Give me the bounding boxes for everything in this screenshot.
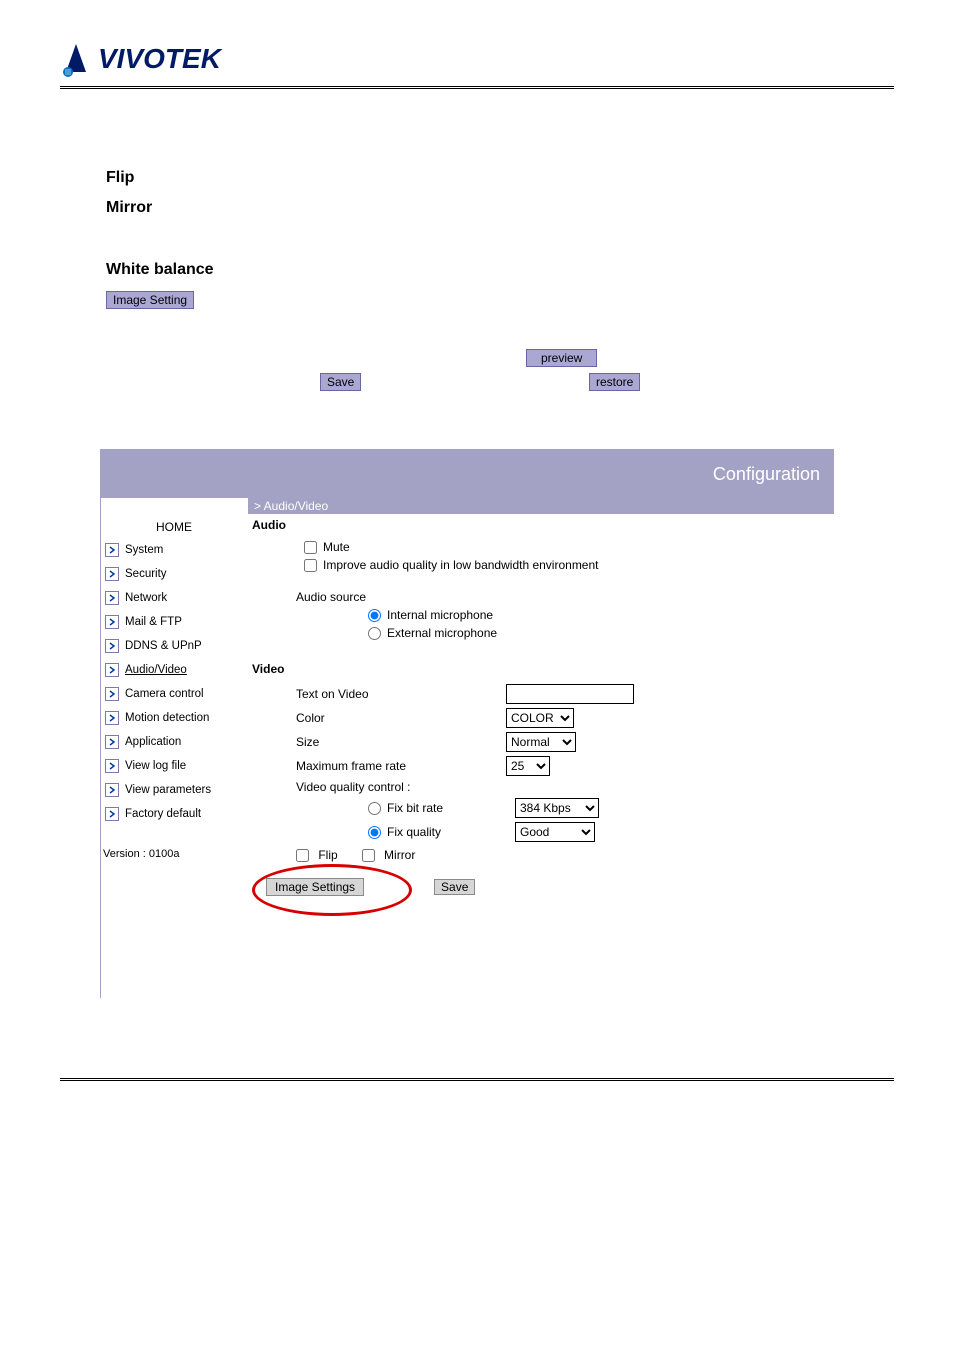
logo: VIVOTEK [60, 40, 894, 78]
brand-text: VIVOTEK [98, 43, 221, 75]
sidebar-home[interactable]: HOME [101, 506, 247, 538]
arrow-right-icon [105, 663, 119, 677]
internal-mic-radio[interactable] [368, 609, 381, 622]
fix-quality-label: Fix quality [387, 825, 465, 839]
sidebar-item-view-parameters[interactable]: View parameters [101, 778, 247, 802]
improve-audio-label: Improve audio quality in low bandwidth e… [323, 558, 599, 572]
breadcrumb: > Audio/Video [248, 498, 834, 514]
image-setting-button[interactable]: Image Setting [106, 291, 194, 309]
arrow-right-icon [105, 543, 119, 557]
divider-bottom [60, 1078, 894, 1081]
content-area: > Audio/Video Audio Mute Improve audio q… [248, 498, 834, 998]
improve-audio-checkbox[interactable] [304, 559, 317, 572]
quality-select[interactable]: Good [515, 822, 595, 842]
sidebar-item-label: Mail & FTP [125, 612, 182, 632]
internal-mic-label: Internal microphone [387, 608, 493, 622]
sidebar-item-network[interactable]: Network [101, 586, 247, 610]
heading-flip: Flip [106, 169, 894, 187]
video-section-title: Video [248, 658, 834, 682]
sidebar-item-label: Audio/Video [125, 660, 187, 680]
audio-source-label: Audio source [296, 590, 366, 604]
heading-white-balance: White balance [106, 261, 894, 279]
sidebar-item-label: Camera control [125, 684, 204, 704]
sidebar-item-factory-default[interactable]: Factory default [101, 802, 247, 826]
sidebar-item-label: DDNS & UPnP [125, 636, 202, 656]
save-button[interactable]: Save [434, 879, 475, 895]
arrow-right-icon [105, 567, 119, 581]
sidebar-item-view-log-file[interactable]: View log file [101, 754, 247, 778]
version-text: Version : 0100a [101, 848, 247, 860]
sidebar-item-application[interactable]: Application [101, 730, 247, 754]
arrow-right-icon [105, 759, 119, 773]
max-frame-label: Maximum frame rate [248, 759, 456, 773]
max-frame-select[interactable]: 25 [506, 756, 550, 776]
mute-checkbox[interactable] [304, 541, 317, 554]
arrow-right-icon [105, 615, 119, 629]
size-label: Size [248, 735, 456, 749]
sidebar-item-ddns-upnp[interactable]: DDNS & UPnP [101, 634, 247, 658]
size-select[interactable]: Normal [506, 732, 576, 752]
arrow-right-icon [105, 783, 119, 797]
color-select[interactable]: COLOR [506, 708, 574, 728]
sidebar-item-label: View log file [125, 756, 186, 776]
mirror-label: Mirror [384, 848, 415, 862]
arrow-right-icon [105, 711, 119, 725]
bit-rate-select[interactable]: 384 Kbps [515, 798, 599, 818]
arrow-right-icon [105, 807, 119, 821]
external-mic-label: External microphone [387, 626, 497, 640]
sidebar-item-motion-detection[interactable]: Motion detection [101, 706, 247, 730]
sidebar-item-label: Application [125, 732, 181, 752]
restore-button[interactable]: restore [589, 373, 640, 391]
external-mic-radio[interactable] [368, 627, 381, 640]
save-button-top[interactable]: Save [320, 373, 361, 391]
sidebar-item-security[interactable]: Security [101, 562, 247, 586]
mute-label: Mute [323, 540, 350, 554]
sidebar-item-label: Factory default [125, 804, 201, 824]
sidebar-item-system[interactable]: System [101, 538, 247, 562]
sidebar-item-label: Security [125, 564, 167, 584]
configuration-title: Configuration [713, 464, 820, 485]
color-label: Color [248, 711, 456, 725]
preview-button[interactable]: preview [526, 349, 597, 367]
sidebar-item-label: System [125, 540, 163, 560]
fix-quality-radio[interactable] [368, 826, 381, 839]
configuration-panel: Configuration HOME System Security Netwo… [100, 449, 834, 998]
flip-label: Flip [318, 848, 337, 862]
flip-checkbox[interactable] [296, 849, 309, 862]
sidebar: HOME System Security Network Mail & FTP [101, 498, 248, 998]
arrow-right-icon [105, 687, 119, 701]
text-on-video-input[interactable] [506, 684, 634, 704]
text-on-video-label: Text on Video [248, 687, 456, 701]
heading-mirror: Mirror [106, 199, 894, 217]
fix-bit-rate-radio[interactable] [368, 802, 381, 815]
image-settings-button[interactable]: Image Settings [266, 878, 364, 896]
sidebar-item-audio-video[interactable]: Audio/Video [101, 658, 247, 682]
video-quality-control-label: Video quality control : [248, 780, 411, 794]
sidebar-item-label: View parameters [125, 780, 211, 800]
arrow-right-icon [105, 591, 119, 605]
mirror-checkbox[interactable] [362, 849, 375, 862]
sidebar-item-label: Network [125, 588, 167, 608]
divider-top [60, 86, 894, 89]
sidebar-item-label: Motion detection [125, 708, 209, 728]
audio-section-title: Audio [248, 514, 834, 538]
arrow-right-icon [105, 639, 119, 653]
sidebar-item-mail-ftp[interactable]: Mail & FTP [101, 610, 247, 634]
arrow-right-icon [105, 735, 119, 749]
sidebar-item-camera-control[interactable]: Camera control [101, 682, 247, 706]
logo-mark-icon [60, 40, 92, 78]
configuration-titlebar: Configuration [101, 450, 834, 498]
fix-bit-rate-label: Fix bit rate [387, 801, 465, 815]
